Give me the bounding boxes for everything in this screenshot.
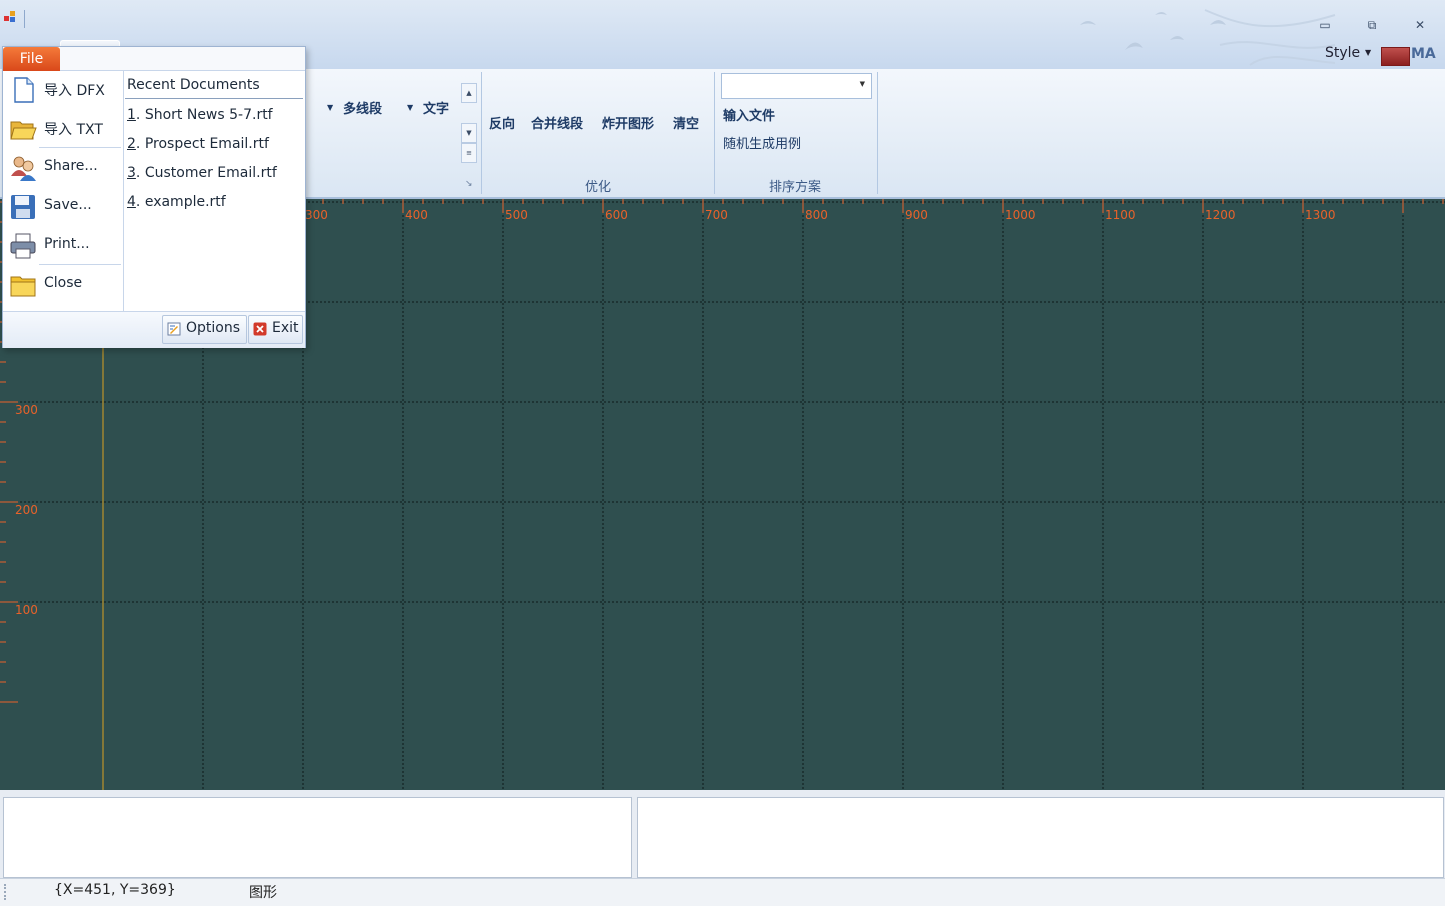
file-menu-commands: 导入 DFX 导入 TXT Share... Save... Print... … [3,71,124,311]
output-panel-right[interactable] [637,797,1444,878]
menu-item-label: Share... [44,158,98,174]
save-item[interactable]: Save... [7,188,119,224]
file-tab[interactable]: File [3,47,60,71]
group-separator [714,72,715,194]
chevron-down-icon[interactable]: ▼ [327,103,333,112]
random-case-button[interactable]: 随机生成用例 [723,133,801,152]
folder-icon [10,276,36,297]
ruler-label-x: 1300 [1305,208,1336,222]
dialog-launcher-icon[interactable]: ↘ [465,179,473,189]
cursor-coordinates: {X=451, Y=369} [54,882,176,898]
folder-open-icon [10,121,37,140]
ruler-label-y: 100 [15,603,38,617]
status-mode: 图形 [249,885,277,901]
import-txt-item[interactable]: 导入 TXT [7,110,119,146]
menu-item-label: 导入 TXT [44,122,103,138]
file-menu: File 导入 DFX 导入 TXT Share... Save... Prin… [2,46,306,348]
menu-item-label: Save... [44,197,92,213]
recent-document-item[interactable]: 4. example.rtf [127,194,226,210]
exit-icon [253,322,267,336]
menu-item-label: Close [44,275,83,291]
ruler-label-x: 800 [805,208,828,222]
status-bar [0,878,1445,906]
printer-icon [10,233,36,259]
reverse-button[interactable]: 反向 [489,113,515,132]
input-file-button[interactable]: 输入文件 [723,105,775,124]
sort-group-title: 排序方案 [769,180,822,195]
document-icon [14,77,34,103]
ruler-label-x: 900 [905,208,928,222]
recent-divider [125,98,303,99]
output-panel-left[interactable] [3,797,632,878]
brand-swatch [1381,47,1410,66]
gallery-scroll-up-icon[interactable]: ▲ [461,83,477,103]
menu-item-label: Print... [44,236,90,252]
recent-document-item[interactable]: 2. Prospect Email.rtf [127,136,269,152]
options-button[interactable]: Options [162,315,247,344]
ruler-label-x: 400 [405,208,428,222]
menu-separator [39,264,121,265]
group-separator [877,72,878,194]
ruler-label-y: 300 [15,403,38,417]
optimize-group-title: 优化 [585,180,612,195]
menu-item-label: 导入 DFX [44,83,105,99]
text-button[interactable]: 文字 [423,98,449,117]
close-item[interactable]: Close [7,266,119,302]
recent-document-item[interactable]: 1. Short News 5-7.rtf [127,107,273,123]
users-icon [11,156,36,181]
floppy-disk-icon [11,195,35,219]
brand-text: MA [1411,46,1436,62]
recent-documents-title: Recent Documents [127,77,260,93]
explode-shape-button[interactable]: 炸开图形 [602,113,654,132]
minimize-button[interactable]: ▭ [1314,15,1336,35]
recent-document-item[interactable]: 3. Customer Email.rtf [127,165,277,181]
ruler-label-x: 600 [605,208,628,222]
merge-segments-button[interactable]: 合并线段 [531,113,583,132]
ruler-label-x: 500 [505,208,528,222]
app-icon[interactable] [3,10,17,24]
clear-button[interactable]: 清空 [673,113,699,132]
print-item[interactable]: Print... [7,227,119,263]
close-button[interactable]: ✕ [1409,15,1431,35]
ruler-label-x: 1000 [1005,208,1036,222]
polyline-button[interactable]: 多线段 [343,98,382,117]
ruler-label-x: 300 [305,208,328,222]
ruler-label-x: 1100 [1105,208,1136,222]
ruler-label-x: 700 [705,208,728,222]
gallery-expand-icon[interactable]: ≡ [461,143,477,163]
chevron-down-icon[interactable]: ▼ [1365,48,1371,57]
chevron-down-icon[interactable]: ▼ [407,103,413,112]
status-grip-icon [4,884,8,900]
decorative-birds-icon [1080,9,1336,66]
menu-separator [39,147,121,148]
maximize-button[interactable]: ⧉ [1361,15,1383,35]
quick-access-separator [24,10,25,28]
style-menu-label[interactable]: Style [1325,45,1360,61]
exit-button[interactable]: Exit [248,315,303,344]
gallery-scroll-down-icon[interactable]: ▼ [461,123,477,143]
share-item[interactable]: Share... [7,149,119,185]
sort-scheme-combobox[interactable]: ▼ [721,73,872,99]
group-separator [481,72,482,194]
import-dfx-item[interactable]: 导入 DFX [7,71,119,107]
ruler-label-y: 200 [15,503,38,517]
options-icon [167,322,181,336]
chevron-down-icon[interactable]: ▼ [860,80,865,88]
file-menu-header [60,47,305,71]
ruler-label-x: 1200 [1205,208,1236,222]
